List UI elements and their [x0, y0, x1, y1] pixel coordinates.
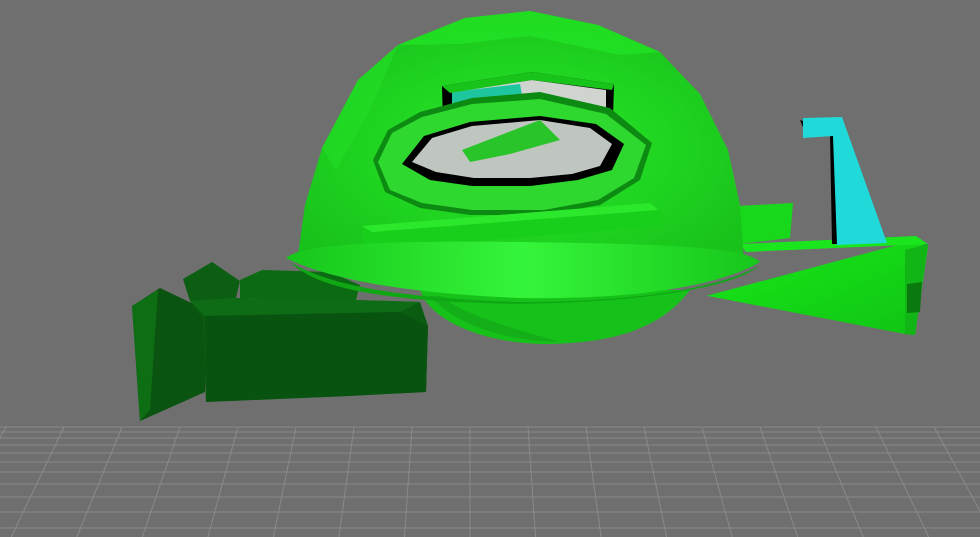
3d-viewport[interactable]: [0, 0, 980, 537]
grid-line: [527, 426, 537, 537]
grid-line: [0, 426, 7, 439]
left-arm-assembly[interactable]: [132, 262, 428, 421]
grid-line: [272, 426, 297, 537]
grid-line: [759, 426, 799, 537]
grid-line: [207, 426, 239, 537]
wing-top-plate: [738, 203, 793, 244]
grid-line: [403, 426, 413, 537]
grid-line: [76, 426, 123, 537]
scene-canvas[interactable]: [0, 0, 980, 537]
arm-main-front: [205, 312, 428, 402]
arm-back-block: [183, 262, 240, 301]
grid-line: [643, 426, 668, 537]
grid-line: [817, 426, 864, 537]
wing-slot: [907, 282, 922, 313]
grid-line: [338, 426, 355, 537]
grid-line: [701, 426, 733, 537]
grid-line: [933, 426, 980, 513]
cyan-fin: [803, 117, 887, 245]
grid-line: [10, 426, 65, 537]
fin-edge: [800, 120, 838, 244]
grid-line: [875, 426, 930, 537]
grid-line: [141, 426, 181, 537]
grid-line: [585, 426, 602, 537]
floor-grid: [0, 426, 980, 537]
